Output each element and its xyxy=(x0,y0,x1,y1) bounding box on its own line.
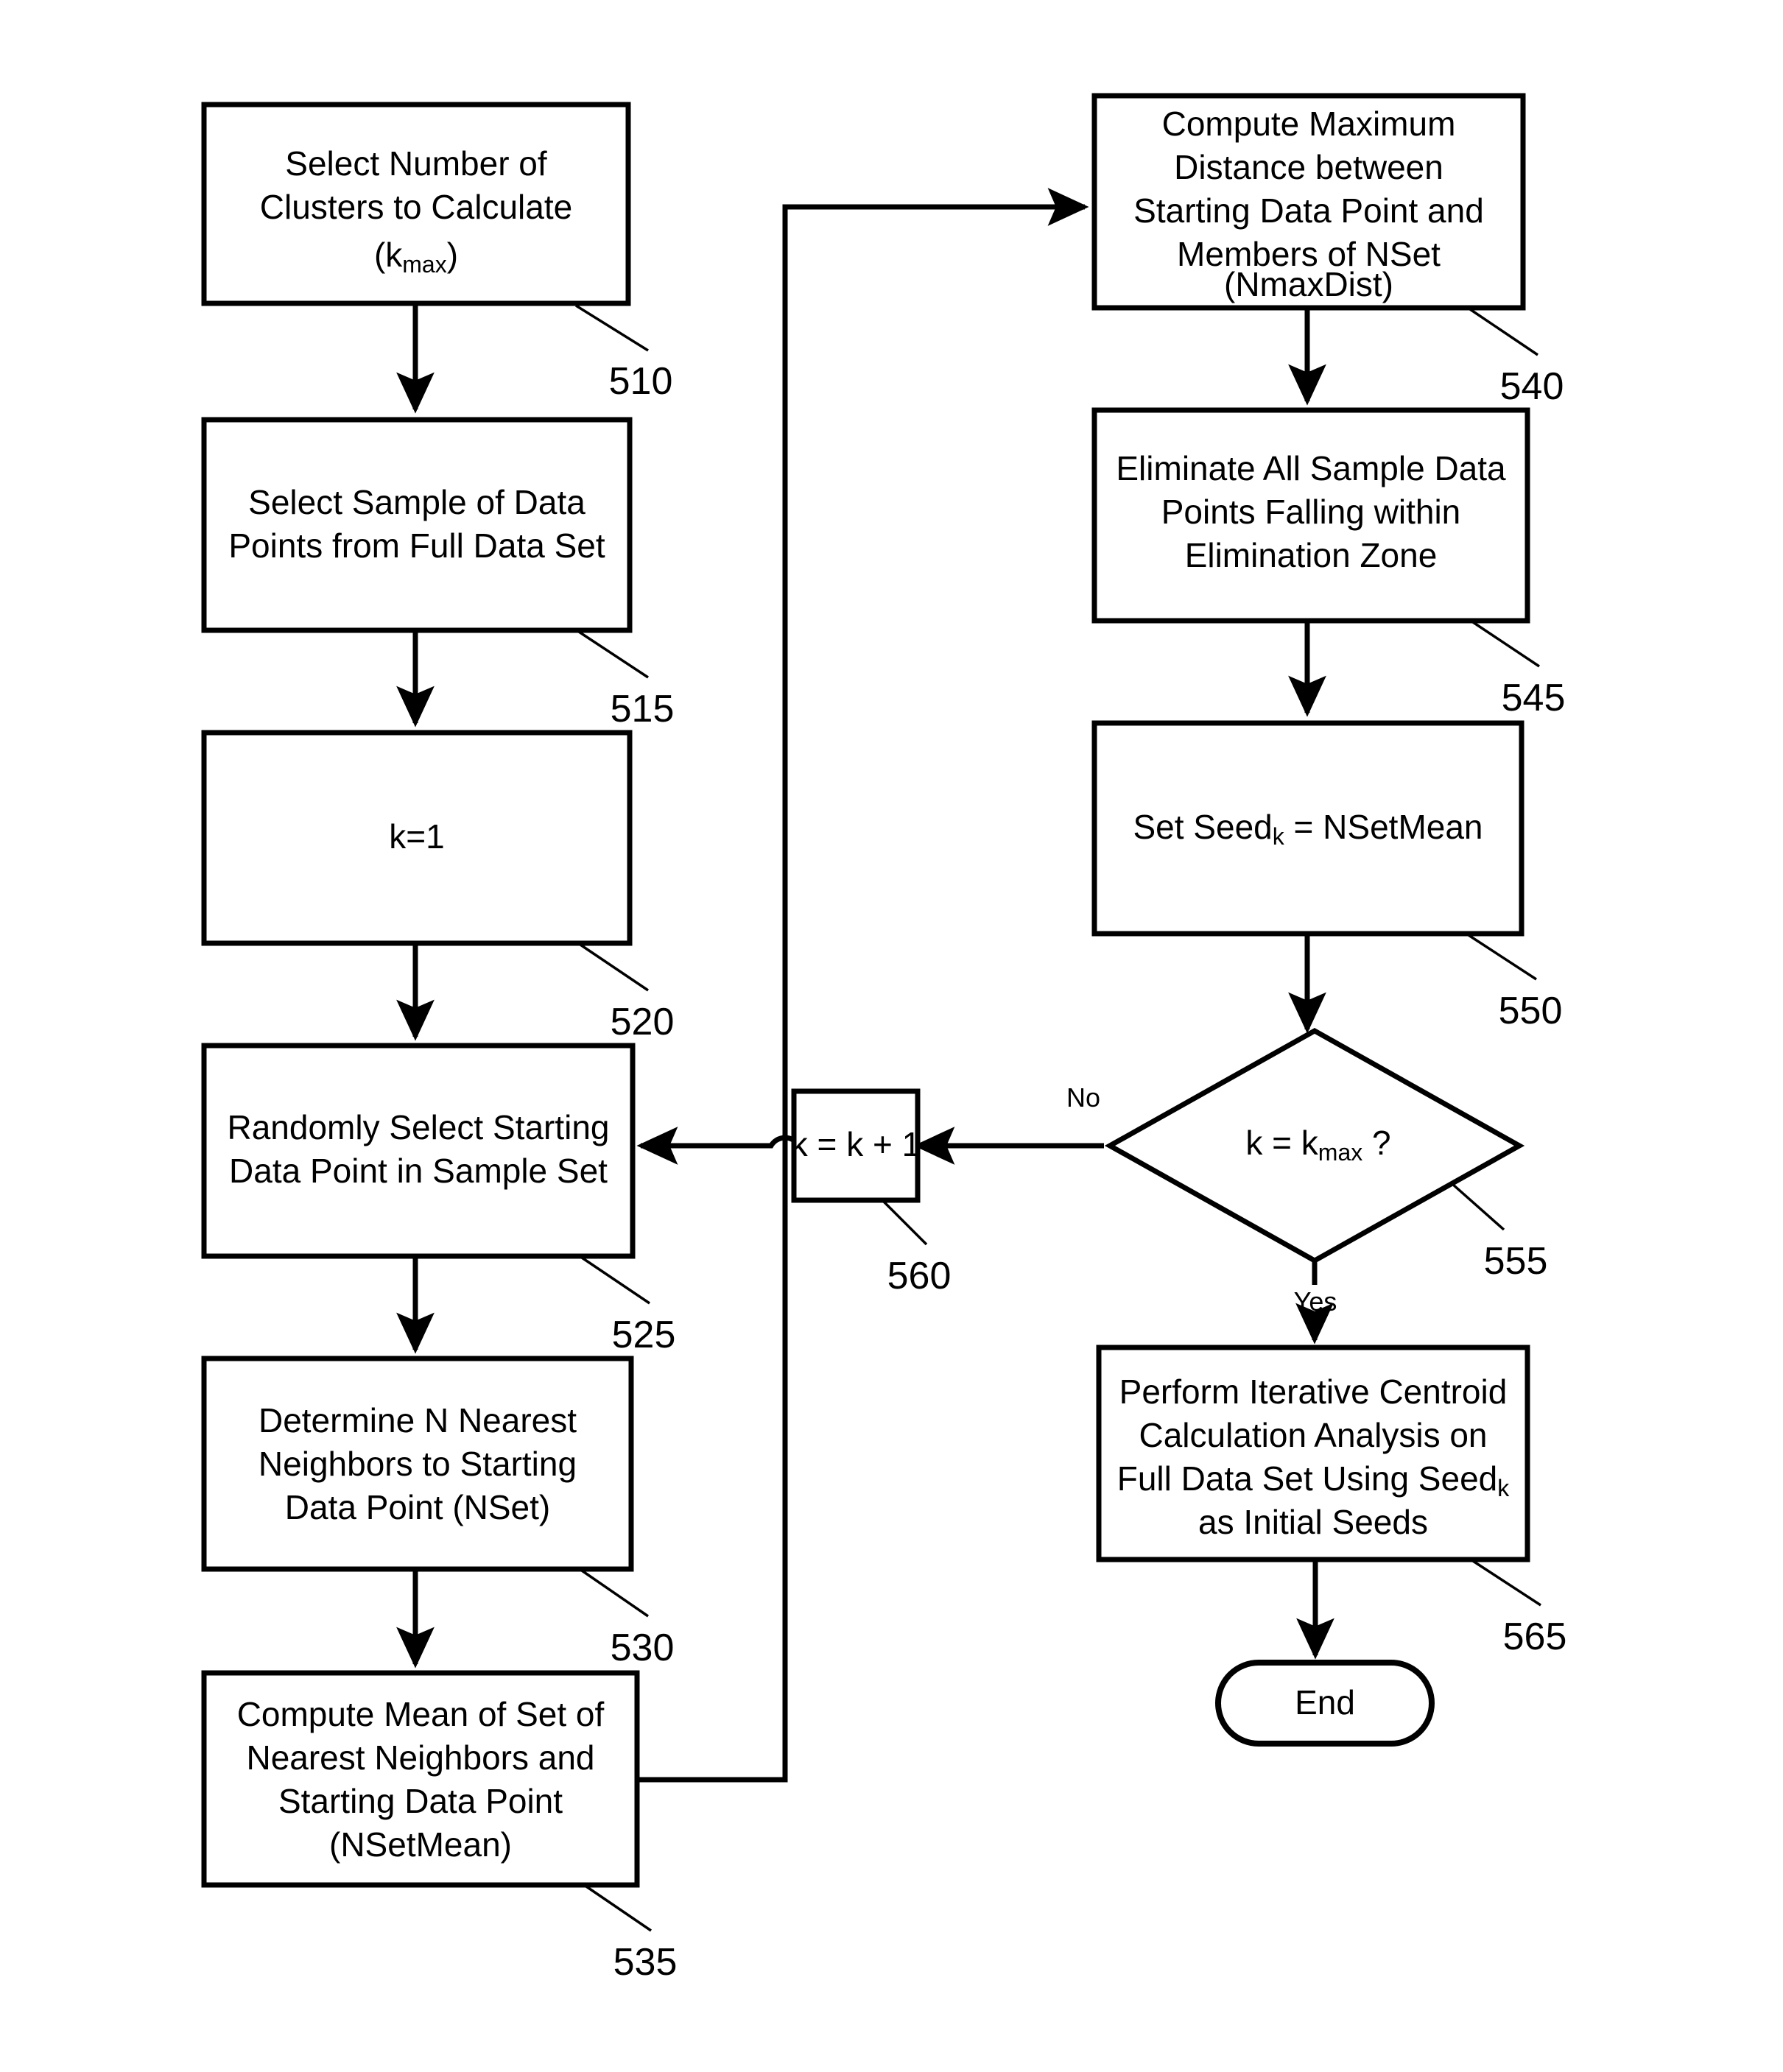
node-520-line1: k=1 xyxy=(389,817,444,856)
ref-540: 540 xyxy=(1500,365,1564,408)
node-end-label: End xyxy=(1295,1683,1355,1722)
node-525-line1: Randomly Select Starting xyxy=(227,1108,609,1146)
node-530-line3: Data Point (NSet) xyxy=(285,1488,550,1526)
ref-535: 535 xyxy=(613,1941,678,1984)
node-565-line2: Calculation Analysis on xyxy=(1139,1416,1487,1454)
node-510-line3-sub: max xyxy=(402,251,446,278)
node-545-line2: Points Falling within xyxy=(1161,493,1461,531)
leader-565 xyxy=(1472,1560,1541,1607)
node-565-line3-sub: k xyxy=(1497,1475,1510,1501)
node-510-line2: Clusters to Calculate xyxy=(260,188,572,226)
node-540-line2: Distance between xyxy=(1174,148,1443,186)
node-565-line1: Perform Iterative Centroid xyxy=(1119,1372,1508,1411)
node-540-line3: Starting Data Point and xyxy=(1133,191,1484,230)
ref-550: 550 xyxy=(1499,990,1563,1032)
node-535-line3: Starting Data Point xyxy=(278,1782,563,1820)
node-565-line4: as Initial Seeds xyxy=(1198,1503,1428,1541)
ref-545: 545 xyxy=(1502,677,1566,719)
node-510-line3-pre: (k xyxy=(374,236,403,274)
node-510-line1: Select Number of xyxy=(285,144,547,183)
node-510-line3-post: ) xyxy=(447,236,458,274)
node-550-line1-sub: k xyxy=(1273,823,1285,850)
node-535-line2: Nearest Neighbors and xyxy=(246,1738,594,1777)
node-550-line1-post: = NSetMean xyxy=(1284,808,1483,846)
leader-540 xyxy=(1469,308,1538,356)
node-540-line1: Compute Maximum xyxy=(1162,105,1456,143)
node-530-line1: Determine N Nearest xyxy=(259,1401,577,1440)
node-560-line1: k = k + 1 xyxy=(791,1125,921,1163)
leader-535 xyxy=(585,1885,652,1932)
node-565-line3: Full Data Set Using Seedk xyxy=(1117,1459,1511,1501)
node-545-line3: Elimination Zone xyxy=(1185,536,1438,574)
edge-label-no: No xyxy=(1066,1082,1100,1113)
node-550-line1: Set Seedk = NSetMean xyxy=(1133,808,1483,850)
node-530-line2: Neighbors to Starting xyxy=(259,1445,577,1483)
node-555-line1-sub: max xyxy=(1318,1139,1362,1166)
node-550-line1-pre: Set Seed xyxy=(1133,808,1272,846)
node-515-line1: Select Sample of Data xyxy=(248,483,585,521)
ref-565: 565 xyxy=(1503,1615,1567,1658)
node-515-line2: Points from Full Data Set xyxy=(228,526,605,565)
ref-555: 555 xyxy=(1484,1240,1548,1283)
leader-515 xyxy=(578,630,649,679)
node-515-box xyxy=(201,417,633,633)
flowchart-svg: Select Number of Clusters to Calculate (… xyxy=(201,93,1567,1984)
leader-520 xyxy=(580,943,649,992)
edge-label-yes: Yes xyxy=(1294,1286,1337,1317)
ref-520: 520 xyxy=(611,1001,675,1043)
node-545-line1: Eliminate All Sample Data xyxy=(1116,449,1506,487)
node-565-line3-pre: Full Data Set Using Seed xyxy=(1117,1459,1498,1498)
connector-560-hop-and-to-525 xyxy=(636,1127,802,1165)
ref-510: 510 xyxy=(609,360,673,403)
node-535-line1: Compute Mean of Set of xyxy=(237,1695,605,1733)
leader-530 xyxy=(581,1569,649,1618)
leader-545 xyxy=(1472,621,1540,668)
ref-525: 525 xyxy=(612,1314,676,1356)
node-525-box xyxy=(201,1043,636,1259)
leader-555 xyxy=(1451,1183,1505,1231)
ref-515: 515 xyxy=(611,688,675,730)
flowchart-canvas: Select Number of Clusters to Calculate (… xyxy=(0,0,1783,2072)
leader-550 xyxy=(1468,934,1537,981)
ref-560: 560 xyxy=(887,1255,952,1297)
leader-510 xyxy=(575,304,649,352)
ref-530: 530 xyxy=(611,1627,675,1669)
node-525-line2: Data Point in Sample Set xyxy=(229,1152,608,1190)
leader-560 xyxy=(882,1200,928,1246)
leader-525 xyxy=(581,1256,650,1305)
node-535-line4: (NSetMean) xyxy=(329,1825,512,1864)
connector-535-to-540 xyxy=(638,188,1089,1783)
node-540-line5: (NmaxDist) xyxy=(1224,265,1393,303)
node-555-line1-post: ? xyxy=(1362,1124,1390,1162)
node-555-line1-pre: k = k xyxy=(1245,1124,1318,1162)
